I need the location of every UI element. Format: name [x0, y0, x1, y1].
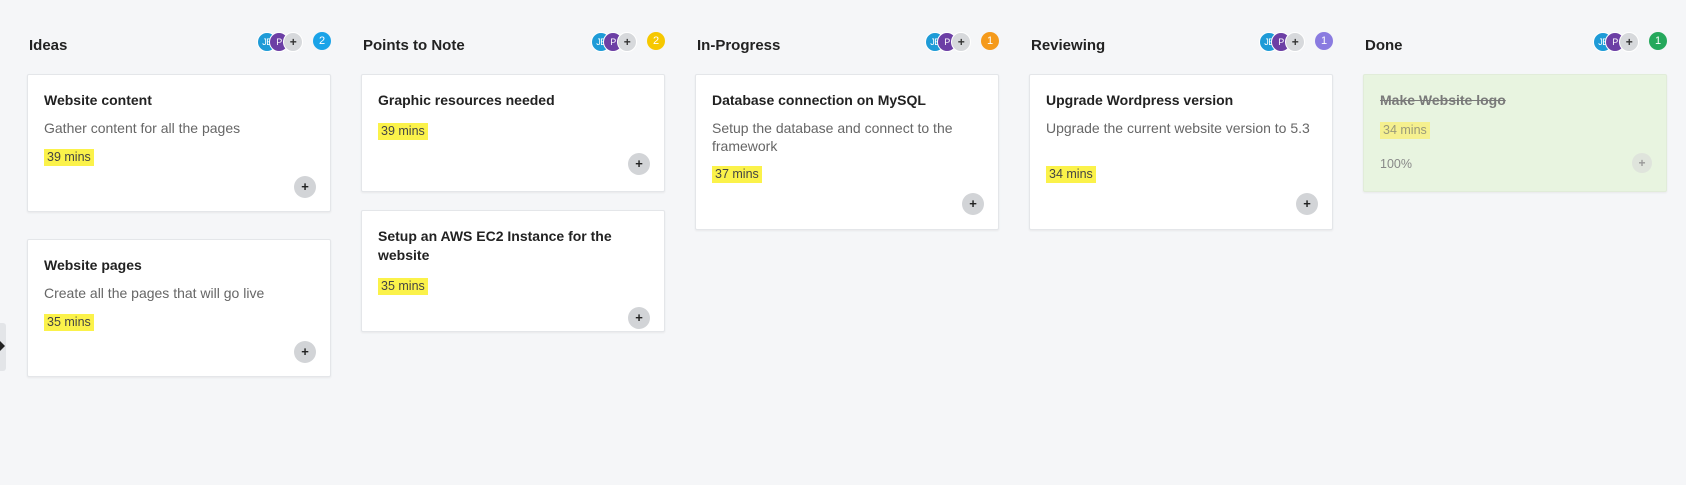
card-count-badge: 1: [1649, 32, 1667, 50]
column-header: Reviewing JE P + 1: [1029, 30, 1333, 60]
card-add-button[interactable]: +: [962, 193, 984, 215]
time-estimate-badge: 39 mins: [44, 149, 94, 166]
column-title: In-Progress: [697, 37, 781, 54]
card-title: Make Website logo: [1380, 92, 1506, 108]
column-header: Ideas JE P + 2: [27, 30, 331, 60]
card-count-badge: 1: [1315, 32, 1333, 50]
kanban-board: Ideas JE P + 2 Website content Gather co…: [0, 0, 1686, 485]
card-add-button[interactable]: +: [628, 153, 650, 175]
time-estimate-badge: 34 mins: [1046, 166, 1096, 183]
column-header: Points to Note JE P + 2: [361, 30, 665, 60]
column-done: Done JE P + 1 Make Website logo 34 mins …: [1363, 30, 1667, 192]
add-assignee-button[interactable]: +: [1619, 32, 1639, 52]
column-title: Reviewing: [1031, 37, 1106, 54]
card-description: Setup the database and connect to the fr…: [712, 120, 953, 154]
column-in-progress: In-Progress JE P + 1 Database connection…: [695, 30, 999, 230]
card-add-button[interactable]: +: [628, 307, 650, 329]
card-count-badge: 2: [647, 32, 665, 50]
column-reviewing: Reviewing JE P + 1 Upgrade Wordpress ver…: [1029, 30, 1333, 230]
column-header: In-Progress JE P + 1: [695, 30, 999, 60]
task-card[interactable]: Graphic resources needed 39 mins +: [361, 74, 665, 192]
add-assignee-button[interactable]: +: [283, 32, 303, 52]
task-card-completed[interactable]: Make Website logo 34 mins 100% +: [1363, 74, 1667, 192]
card-description: Create all the pages that will go live: [44, 285, 265, 301]
add-assignee-button[interactable]: +: [617, 32, 637, 52]
card-count-badge: 1: [981, 32, 999, 50]
column-points-to-note: Points to Note JE P + 2 Graphic resource…: [361, 30, 665, 332]
time-estimate-badge: 35 mins: [378, 278, 428, 295]
card-title: Graphic resources needed: [378, 92, 555, 108]
task-card[interactable]: Upgrade Wordpress version Upgrade the cu…: [1029, 74, 1333, 230]
card-add-button[interactable]: +: [294, 341, 316, 363]
column-title: Points to Note: [363, 37, 465, 54]
assignee-avatars[interactable]: JE P +: [257, 32, 309, 52]
assignee-avatars[interactable]: JE P +: [1259, 32, 1311, 52]
task-card[interactable]: Website pages Create all the pages that …: [27, 239, 331, 377]
assignee-avatars[interactable]: JE P +: [925, 32, 977, 52]
column-header: Done JE P + 1: [1363, 30, 1667, 60]
task-card[interactable]: Setup an AWS EC2 Instance for the websit…: [361, 210, 665, 332]
column-title: Ideas: [29, 37, 68, 54]
add-assignee-button[interactable]: +: [1285, 32, 1305, 52]
time-estimate-badge: 37 mins: [712, 166, 762, 183]
card-title: Website content: [44, 92, 152, 108]
task-card[interactable]: Website content Gather content for all t…: [27, 74, 331, 212]
card-title: Upgrade Wordpress version: [1046, 92, 1234, 108]
card-add-button[interactable]: +: [1632, 153, 1652, 173]
card-title: Website pages: [44, 257, 142, 273]
add-assignee-button[interactable]: +: [951, 32, 971, 52]
time-estimate-badge: 39 mins: [378, 123, 428, 140]
progress-percent: 100%: [1380, 157, 1412, 171]
assignee-avatars[interactable]: JE P +: [1593, 32, 1645, 52]
column-ideas: Ideas JE P + 2 Website content Gather co…: [27, 30, 331, 377]
assignee-avatars[interactable]: JE P +: [591, 32, 643, 52]
card-title: Setup an AWS EC2 Instance for the websit…: [378, 228, 612, 263]
card-title: Database connection on MySQL: [712, 92, 926, 108]
card-add-button[interactable]: +: [1296, 193, 1318, 215]
time-estimate-badge: 35 mins: [44, 314, 94, 331]
card-description: Gather content for all the pages: [44, 120, 241, 136]
task-card[interactable]: Database connection on MySQL Setup the d…: [695, 74, 999, 230]
time-estimate-badge: 34 mins: [1380, 122, 1430, 139]
card-count-badge: 2: [313, 32, 331, 50]
card-description: Upgrade the current website version to 5…: [1046, 120, 1310, 136]
column-title: Done: [1365, 37, 1403, 54]
card-add-button[interactable]: +: [294, 176, 316, 198]
